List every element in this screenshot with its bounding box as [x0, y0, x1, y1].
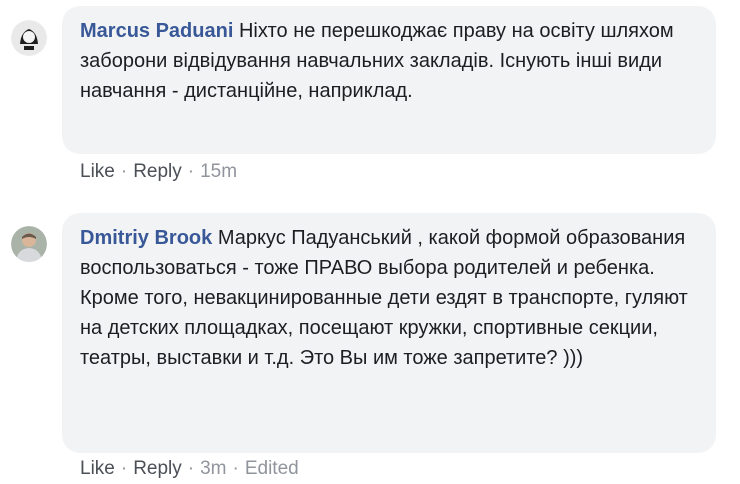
- separator: ·: [187, 161, 195, 182]
- comment-bubble: Marcus Paduani Ніхто не перешкоджає прав…: [62, 6, 716, 154]
- comment-bubble: Dmitriy Brook Маркус Падуанський , какой…: [62, 213, 716, 453]
- author-name[interactable]: Marcus Paduani: [80, 20, 233, 42]
- reply-button[interactable]: Reply: [133, 161, 182, 182]
- timestamp[interactable]: 3m: [200, 458, 226, 479]
- separator: ·: [120, 161, 128, 182]
- timestamp[interactable]: 15m: [200, 161, 237, 182]
- person-avatar-icon: [11, 226, 47, 262]
- like-button[interactable]: Like: [80, 161, 115, 182]
- separator: ·: [232, 458, 239, 479]
- person-avatar-icon: [11, 20, 47, 56]
- avatar[interactable]: [11, 226, 47, 262]
- separator: ·: [120, 458, 128, 479]
- like-button[interactable]: Like: [80, 458, 115, 479]
- author-name[interactable]: Dmitriy Brook: [80, 227, 212, 249]
- comment-actions: Like · Reply · 15m: [80, 161, 237, 183]
- comment-actions: Like · Reply · 3m · Edited: [80, 458, 299, 480]
- reply-button[interactable]: Reply: [133, 458, 182, 479]
- separator: ·: [187, 458, 195, 479]
- edited-label[interactable]: Edited: [245, 458, 299, 479]
- avatar[interactable]: [11, 20, 47, 56]
